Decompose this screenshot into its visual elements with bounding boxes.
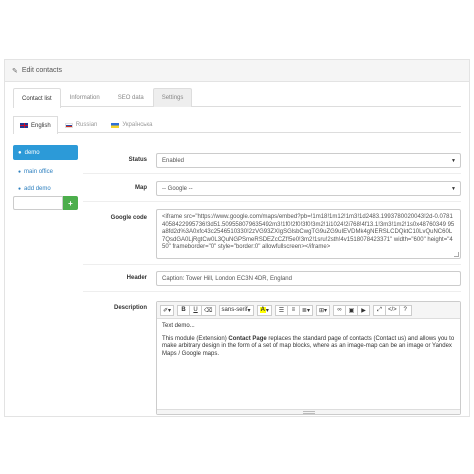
magic-wand-icon: ✐▾	[163, 307, 172, 314]
link-icon: ∞	[337, 307, 342, 313]
grip-icon	[302, 410, 315, 414]
sidebar-item-label: main office	[24, 169, 53, 175]
map-row: Map -- Google -- ▼	[83, 181, 461, 196]
google-code-textarea[interactable]: <iframe src="https://www.google.com/maps…	[156, 209, 461, 259]
lang-label: Russian	[75, 122, 98, 128]
map-label: Map	[135, 185, 147, 191]
paragraph-button[interactable]: ≣▾	[298, 304, 313, 316]
circle-icon: ●	[18, 186, 22, 192]
edit-contacts-panel: ✎ Edit contacts Contact list Information…	[4, 59, 470, 417]
video-button[interactable]: ▶	[357, 304, 371, 316]
sidebar-item-main-office[interactable]: ● main office	[13, 167, 78, 177]
ukraine-flag-icon	[111, 122, 120, 128]
video-icon: ▶	[361, 307, 366, 314]
content-bold-text: Contact Page	[228, 335, 267, 342]
sidebar-item-add-demo[interactable]: ● add demo	[13, 184, 78, 194]
header-row: Header Caption: Tower Hill, London EC3N …	[83, 271, 461, 286]
underline-icon: U	[193, 307, 198, 313]
row-separator	[83, 291, 461, 292]
code-icon: </>	[388, 307, 397, 313]
row-separator	[83, 173, 461, 174]
row-separator	[83, 264, 461, 265]
row-separator	[83, 201, 461, 202]
contact-sidebar: ● demo ● main office ● add demo +	[13, 145, 78, 210]
editor-resize-bar[interactable]	[157, 409, 460, 414]
resize-handle-icon[interactable]	[454, 252, 459, 257]
font-family-value: sans-serif	[221, 307, 248, 313]
russia-flag-icon	[64, 122, 73, 128]
header-value: Caption: Tower Hill, London EC3N 4DR, En…	[162, 275, 292, 282]
language-tabs: English Russian Українська	[13, 116, 461, 134]
add-contact-button[interactable]: +	[63, 196, 78, 210]
editor-toolbar: ✐▾ B U ⌫ sans-serif ▾ A ▾ ☰ ≡ ≣▾ ⊞▾ ∞ ▣ …	[157, 302, 460, 319]
description-editor: ✐▾ B U ⌫ sans-serif ▾ A ▾ ☰ ≡ ≣▾ ⊞▾ ∞ ▣ …	[156, 301, 461, 415]
content-text: This module (Extension)	[162, 335, 229, 342]
new-contact-input[interactable]	[13, 196, 63, 210]
clear-format-button[interactable]: ⌫	[201, 304, 216, 316]
expand-icon: ⤢	[377, 306, 382, 313]
description-row: Description ✐▾ B U ⌫ sans-serif ▾ A ▾ ☰ ≡	[83, 299, 461, 415]
separator-line	[83, 173, 461, 174]
table-button[interactable]: ⊞▾	[315, 304, 331, 316]
status-row: Status Enabled ▼	[83, 153, 461, 168]
circle-icon: ●	[18, 149, 22, 156]
header-input[interactable]: Caption: Tower Hill, London EC3N 4DR, En…	[156, 271, 461, 286]
lang-label: Українська	[122, 122, 153, 128]
sidebar-item-demo[interactable]: ● demo	[13, 145, 78, 160]
table-icon: ⊞▾	[318, 307, 328, 314]
header-label: Header	[126, 275, 147, 281]
google-code-row: Google code <iframe src="https://www.goo…	[83, 209, 461, 259]
code-view-button[interactable]: </>	[385, 304, 400, 316]
caret-down-icon: ▼	[451, 186, 456, 192]
panel-title: Edit contacts	[21, 67, 62, 74]
magic-wand-button[interactable]: ✐▾	[160, 304, 175, 316]
caret-down-icon: ▾	[265, 307, 269, 314]
tab-settings[interactable]: Settings	[152, 88, 193, 107]
tab-seo-data[interactable]: SEO data	[109, 88, 153, 107]
question-icon: ?	[403, 307, 407, 313]
bold-icon: B	[181, 307, 186, 313]
caret-down-icon: ▾	[247, 307, 251, 314]
lang-tab-english[interactable]: English	[13, 116, 58, 134]
editor-content[interactable]: Text demo... This module (Extension) Con…	[157, 319, 460, 409]
content-paragraph: Text demo...	[162, 323, 195, 329]
add-contact-row: +	[13, 196, 78, 210]
map-select[interactable]: -- Google -- ▼	[156, 181, 461, 196]
caret-down-icon: ▼	[451, 158, 456, 164]
align-icon: ≣▾	[301, 307, 310, 314]
separator-line	[83, 291, 461, 292]
description-label: Description	[113, 305, 147, 311]
eraser-icon: ⌫	[204, 307, 213, 314]
uk-flag-icon	[20, 123, 28, 128]
google-code-value: <iframe src="https://www.google.com/maps…	[162, 214, 455, 250]
sidebar-item-label: demo	[24, 149, 40, 156]
circle-icon: ●	[18, 169, 22, 175]
tab-information[interactable]: Information	[61, 88, 109, 107]
lang-label: English	[31, 122, 51, 129]
list-bullet-icon: ☰	[278, 307, 285, 314]
lang-tab-ukrainian[interactable]: Українська	[104, 116, 159, 133]
status-label: Status	[128, 157, 147, 163]
help-button[interactable]: ?	[398, 304, 412, 316]
separator-line	[83, 201, 461, 202]
list-number-icon: ≡	[291, 307, 296, 313]
pencil-icon: ✎	[12, 67, 18, 75]
panel-header: ✎ Edit contacts	[5, 60, 469, 82]
tab-contact-list[interactable]: Contact list	[13, 88, 61, 108]
map-value: -- Google --	[162, 185, 193, 192]
status-value: Enabled	[162, 157, 185, 164]
content-paragraph: This module (Extension) Contact Page rep…	[162, 336, 455, 359]
highlight-button[interactable]: A ▾	[256, 304, 272, 316]
image-icon: ▣	[348, 307, 355, 314]
separator-line	[83, 264, 461, 265]
font-family-select[interactable]: sans-serif ▾	[218, 304, 254, 316]
status-select[interactable]: Enabled ▼	[156, 153, 461, 168]
sidebar-item-label: add demo	[24, 186, 51, 192]
google-code-label: Google code	[110, 215, 147, 221]
lang-tab-russian[interactable]: Russian	[58, 116, 105, 133]
main-tabs: Contact list Information SEO data Settin…	[13, 88, 461, 108]
